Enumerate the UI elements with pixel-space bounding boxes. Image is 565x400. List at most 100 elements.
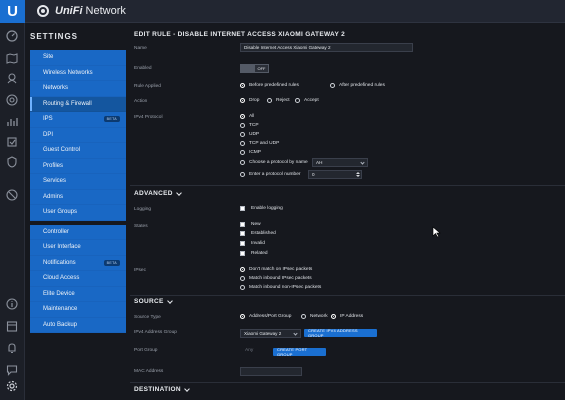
menu-item-cloud-access[interactable]: Cloud Access xyxy=(30,271,126,287)
rule-applied-before[interactable]: Before predefined rules xyxy=(240,83,299,88)
divider xyxy=(130,295,565,296)
insights-icon[interactable] xyxy=(5,135,18,148)
ipv4-address-group-select[interactable]: Xiaomi Gateway 2 xyxy=(240,329,301,338)
calendar-icon[interactable] xyxy=(5,319,18,332)
radio xyxy=(267,98,272,103)
menu-item-user-interface[interactable]: User Interface xyxy=(30,240,126,256)
enable-logging-checkbox[interactable]: Enable logging xyxy=(240,206,283,211)
info-icon[interactable] xyxy=(5,297,18,310)
protocol-udp[interactable]: UDP xyxy=(240,132,259,137)
source-type-network[interactable]: Network xyxy=(301,314,328,319)
events-icon[interactable] xyxy=(5,188,18,201)
name-input[interactable]: Disable Internet Access Xiaomi Gateway 2 xyxy=(240,43,413,52)
beta-badge: BETA xyxy=(103,116,120,122)
menu-item-auto-backup[interactable]: Auto Backup xyxy=(30,318,126,333)
menu-item-admins[interactable]: Admins xyxy=(30,190,126,205)
protocol-tcp[interactable]: TCP xyxy=(240,123,259,128)
checkbox xyxy=(240,251,245,256)
protocol-icmp[interactable]: ICMP xyxy=(240,150,261,155)
menu-item-wireless-networks[interactable]: Wireless Networks xyxy=(30,66,126,81)
menu-item-site[interactable]: Site xyxy=(30,50,126,66)
menu-item-services[interactable]: Services xyxy=(30,174,126,190)
settings-icon[interactable] xyxy=(5,379,18,392)
radio-selected xyxy=(240,83,245,88)
menu-item-maintenance[interactable]: Maintenance xyxy=(30,302,126,318)
source-type-ip-address[interactable]: IP Address xyxy=(331,314,363,319)
create-port-group-button[interactable]: CREATE PORT GROUP xyxy=(273,347,326,357)
menu-item-label: IPS xyxy=(43,116,53,123)
menu-item-dpi[interactable]: DPI xyxy=(30,128,126,143)
state-established-checkbox[interactable]: Established xyxy=(240,231,276,236)
protocol-by-number[interactable]: Enter a protocol number xyxy=(240,172,300,177)
ipsec-match-non-ipsec[interactable]: Match inbound non-IPsec packets xyxy=(240,285,321,290)
state-invalid-checkbox[interactable]: Invalid xyxy=(240,241,265,246)
checkbox xyxy=(240,231,245,236)
chevron-down-icon xyxy=(175,189,182,196)
protocol-name-select[interactable]: AH xyxy=(312,158,368,167)
advanced-section-header[interactable]: ADVANCED xyxy=(134,189,182,197)
security-icon[interactable] xyxy=(5,155,18,168)
radio-selected xyxy=(240,98,245,103)
state-related-checkbox[interactable]: Related xyxy=(240,251,268,256)
radio-selected xyxy=(240,114,245,119)
port-group-label: Port Group xyxy=(134,348,158,353)
chevron-down-icon xyxy=(166,297,173,304)
menu-item-ips[interactable]: IPS BETA xyxy=(30,112,126,128)
menu-item-notifications[interactable]: Notifications BETA xyxy=(30,256,126,271)
radio-selected xyxy=(240,314,245,319)
action-drop[interactable]: Drop xyxy=(240,98,259,103)
enabled-toggle[interactable]: OFF xyxy=(240,64,269,73)
toggle-state: OFF xyxy=(254,64,269,73)
devices-icon[interactable] xyxy=(5,71,18,84)
ipv4-address-group-label: IPv4 Address Group xyxy=(134,330,177,335)
chevron-down-icon xyxy=(360,160,365,165)
radio xyxy=(240,276,245,281)
statistics-icon[interactable] xyxy=(5,115,18,128)
menu-item-networks[interactable]: Networks xyxy=(30,81,126,97)
menu-item-elite-device[interactable]: Elite Device xyxy=(30,287,126,302)
checkbox xyxy=(240,241,245,246)
chat-icon[interactable] xyxy=(5,363,18,376)
stepper-icon[interactable] xyxy=(355,171,360,178)
ubiquiti-logo[interactable]: U xyxy=(0,0,25,23)
protocol-tcp-udp[interactable]: TCP and UDP xyxy=(240,141,279,146)
chevron-down-icon xyxy=(184,385,190,392)
state-new-checkbox[interactable]: New xyxy=(240,222,261,227)
menu-item-routing-firewall[interactable]: Routing & Firewall xyxy=(30,96,126,112)
checkbox xyxy=(240,206,245,211)
map-icon[interactable] xyxy=(5,51,18,64)
enabled-label: Enabled xyxy=(134,66,152,71)
menu-item-user-groups[interactable]: User Groups xyxy=(30,205,126,221)
states-label: States xyxy=(134,224,148,229)
source-type-label: Source Type xyxy=(134,315,161,320)
menu-item-profiles[interactable]: Profiles xyxy=(30,159,126,174)
divider xyxy=(130,382,565,383)
action-accept[interactable]: Accept xyxy=(295,98,319,103)
dashboard-icon[interactable] xyxy=(5,29,18,42)
rule-applied-label: Rule Applied xyxy=(134,84,161,89)
ipsec-dont-match[interactable]: Don't match on IPsec packets xyxy=(240,267,312,272)
alerts-icon[interactable] xyxy=(5,341,18,354)
radio xyxy=(240,285,245,290)
menu-item-label: Notifications xyxy=(43,259,76,266)
clients-icon[interactable] xyxy=(5,93,18,106)
menu-item-controller[interactable]: Controller xyxy=(30,225,126,240)
protocol-number-input[interactable]: 0 xyxy=(308,170,362,179)
unifi-logo-icon xyxy=(37,5,49,17)
source-type-address-port-group[interactable]: Address/Port Group xyxy=(240,314,291,319)
ipsec-match-inbound[interactable]: Match inbound IPsec packets xyxy=(240,276,312,281)
menu-item-guest-control[interactable]: Guest Control xyxy=(30,143,126,159)
chevron-down-icon xyxy=(293,331,298,336)
rule-applied-after[interactable]: After predefined rules xyxy=(330,83,385,88)
action-reject[interactable]: Reject xyxy=(267,98,290,103)
radio xyxy=(240,141,245,146)
port-group-value[interactable]: Any xyxy=(245,348,253,353)
protocol-by-name[interactable]: Choose a protocol by name xyxy=(240,160,308,165)
source-section-header[interactable]: SOURCE xyxy=(134,297,173,305)
destination-section-header[interactable]: DESTINATION xyxy=(134,385,190,393)
settings-menu: Site Wireless Networks Networks Routing … xyxy=(30,50,126,337)
protocol-all[interactable]: All xyxy=(240,114,254,119)
create-ipv4-address-group-button[interactable]: CREATE IPV4 ADDRESS GROUP xyxy=(304,328,377,338)
menu-group-site: Site Wireless Networks Networks Routing … xyxy=(30,50,126,221)
mac-address-input[interactable] xyxy=(240,367,302,376)
